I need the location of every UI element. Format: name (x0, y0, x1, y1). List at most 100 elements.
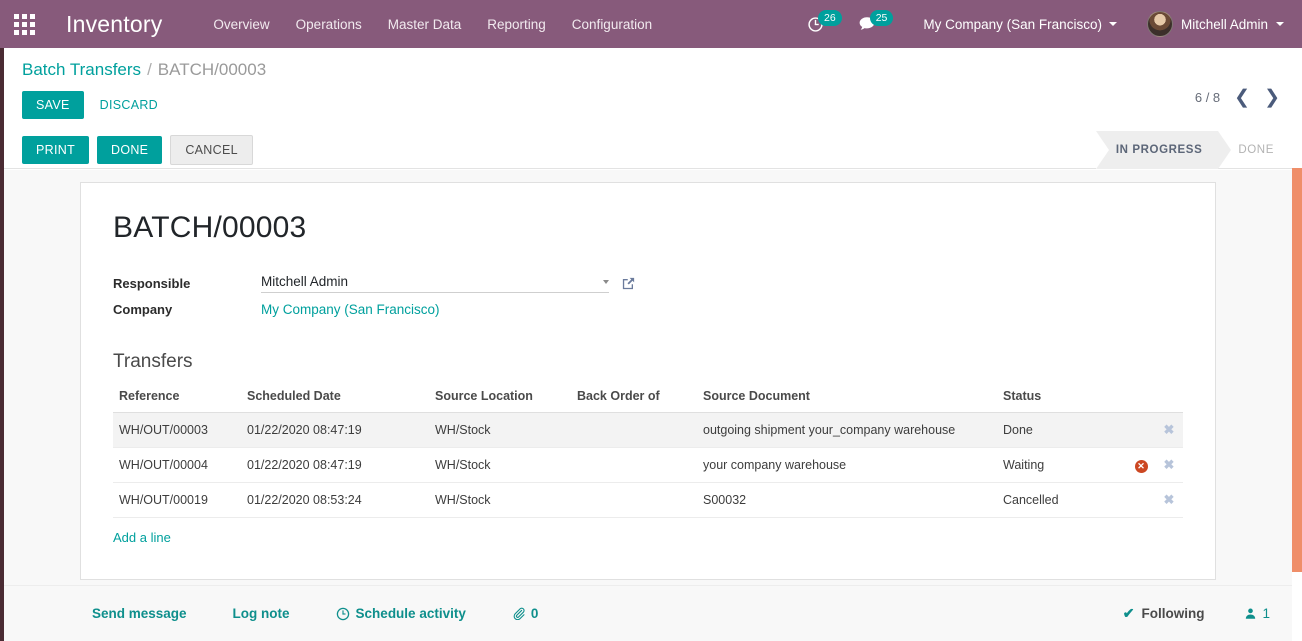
add-a-line-button[interactable]: Add a line (113, 530, 171, 545)
form-fields: Responsible Company My Company (San Fran… (113, 273, 1183, 317)
cell-source-location[interactable]: WH/Stock (429, 412, 571, 448)
status-bar: IN PROGRESS DONE (1095, 131, 1290, 169)
clock-icon (336, 607, 349, 620)
close-icon[interactable]: ✖ (1164, 457, 1175, 472)
caret-down-icon (1108, 22, 1117, 26)
error-circle-icon[interactable]: ✕ (1134, 459, 1148, 473)
user-icon (1246, 608, 1256, 619)
activity-menu-button[interactable]: 26 (799, 9, 850, 33)
user-menu[interactable]: Mitchell Admin (1137, 7, 1290, 41)
record-control-buttons: SAVE DISCARD 6 / 8 ❮ ❯ (0, 80, 1302, 131)
responsible-input[interactable] (261, 273, 597, 290)
send-message-label: Send message (92, 606, 187, 621)
attachments-button[interactable]: 0 (512, 606, 538, 621)
status-in-progress[interactable]: IN PROGRESS (1095, 131, 1232, 169)
cell-scheduled-date[interactable]: 01/22/2020 08:47:19 (241, 412, 429, 448)
check-icon: ✔ (1122, 605, 1135, 621)
app-brand-title[interactable]: Inventory (66, 11, 162, 38)
pager: 6 / 8 ❮ ❯ (1195, 88, 1280, 107)
vertical-scrollbar[interactable] (1292, 168, 1302, 572)
cell-status[interactable]: Waiting (997, 447, 1127, 483)
followers-button[interactable]: 1 (1244, 606, 1270, 621)
caret-down-icon[interactable] (603, 279, 609, 284)
close-icon[interactable]: ✖ (1164, 422, 1175, 437)
delete-row-button[interactable]: ✖ (1155, 447, 1183, 483)
breadcrumb-root[interactable]: Batch Transfers (22, 60, 141, 80)
cell-reference[interactable]: WH/OUT/00004 (113, 447, 241, 483)
avatar (1146, 11, 1173, 37)
menu-item-operations[interactable]: Operations (283, 11, 375, 38)
menu-item-master-data[interactable]: Master Data (375, 11, 475, 38)
company-switcher-label: My Company (San Francisco) (923, 16, 1102, 32)
activity-count-badge: 26 (818, 9, 842, 27)
cell-source-location[interactable]: WH/Stock (429, 447, 571, 483)
navbar-right-tools: 26 25 My Company (San Francisco) Mitchel… (799, 7, 1302, 41)
chatter-bar: Send message Log note Schedule activity … (4, 585, 1292, 641)
cell-source-document[interactable]: S00032 (697, 482, 997, 518)
company-value[interactable]: My Company (San Francisco) (261, 302, 440, 317)
cell-scheduled-date[interactable]: 01/22/2020 08:47:19 (241, 447, 429, 483)
column-header-source-location: Source Location (429, 389, 571, 413)
messages-count-badge: 25 (869, 9, 894, 27)
cell-reference[interactable]: WH/OUT/00019 (113, 482, 241, 518)
form-sheet: BATCH/00003 Responsible Company My Compa… (80, 182, 1216, 580)
column-header-delete (1155, 389, 1183, 413)
column-header-source-document: Source Document (697, 389, 997, 413)
company-switcher[interactable]: My Company (San Francisco) (913, 11, 1127, 38)
cell-scheduled-date[interactable]: 01/22/2020 08:53:24 (241, 482, 429, 518)
cancel-button[interactable]: CANCEL (170, 134, 253, 165)
column-header-status: Status (997, 389, 1127, 413)
log-note-button[interactable]: Log note (233, 606, 290, 621)
action-status-bar: PRINT DONE CANCEL IN PROGRESS DONE (0, 131, 1302, 169)
menu-item-overview[interactable]: Overview (200, 11, 282, 38)
messaging-menu-button[interactable]: 25 (850, 9, 902, 32)
cell-back-order-of[interactable] (571, 447, 697, 483)
control-panel: Batch Transfers / BATCH/00003 SAVE DISCA… (0, 48, 1302, 131)
cell-source-document[interactable]: outgoing shipment your_company warehouse (697, 412, 997, 448)
print-button[interactable]: PRINT (22, 135, 89, 164)
user-menu-label: Mitchell Admin (1180, 16, 1268, 32)
log-note-label: Log note (232, 606, 290, 621)
close-icon[interactable]: ✖ (1164, 492, 1175, 507)
breadcrumb-separator: / (147, 60, 152, 79)
chevron-left-icon[interactable]: ❮ (1234, 88, 1250, 107)
chevron-right-icon[interactable]: ❯ (1264, 88, 1280, 107)
action-buttons: PRINT DONE CANCEL (22, 134, 253, 165)
cell-alert: ✕ (1127, 447, 1155, 483)
save-button[interactable]: SAVE (22, 91, 84, 119)
following-button[interactable]: ✔ Following (1123, 605, 1205, 622)
menu-item-configuration[interactable]: Configuration (559, 11, 665, 38)
schedule-activity-label: Schedule activity (355, 606, 466, 621)
external-link-icon[interactable] (621, 276, 636, 291)
delete-row-button[interactable]: ✖ (1155, 482, 1183, 518)
table-row[interactable]: WH/OUT/00019 01/22/2020 08:53:24 WH/Stoc… (113, 482, 1183, 518)
menu-item-reporting[interactable]: Reporting (474, 11, 559, 38)
table-row[interactable]: WH/OUT/00004 01/22/2020 08:47:19 WH/Stoc… (113, 447, 1183, 483)
cell-status[interactable]: Cancelled (997, 482, 1127, 518)
following-label: Following (1141, 606, 1205, 621)
cell-reference[interactable]: WH/OUT/00003 (113, 412, 241, 448)
responsible-input-wrapper[interactable] (261, 273, 609, 293)
field-responsible: Responsible (113, 273, 1183, 293)
cell-back-order-of[interactable] (571, 482, 697, 518)
table-header-row: Reference Scheduled Date Source Location… (113, 389, 1183, 413)
done-button[interactable]: DONE (97, 135, 163, 164)
cell-source-document[interactable]: your company warehouse (697, 447, 997, 483)
column-header-back-order-of: Back Order of (571, 389, 697, 413)
schedule-activity-button[interactable]: Schedule activity (336, 606, 466, 621)
cell-back-order-of[interactable] (571, 412, 697, 448)
table-row[interactable]: WH/OUT/00003 01/22/2020 08:47:19 WH/Stoc… (113, 412, 1183, 448)
discard-button[interactable]: DISCARD (84, 91, 172, 119)
field-company: Company My Company (San Francisco) (113, 302, 1183, 317)
column-header-reference: Reference (113, 389, 241, 413)
send-message-button[interactable]: Send message (92, 606, 187, 621)
delete-row-button[interactable]: ✖ (1155, 412, 1183, 448)
column-header-alert (1127, 389, 1155, 413)
cell-status[interactable]: Done (997, 412, 1127, 448)
breadcrumb-current: BATCH/00003 (157, 60, 267, 79)
left-edge-strip (0, 48, 4, 641)
transfers-table: Reference Scheduled Date Source Location… (113, 389, 1183, 518)
cell-source-location[interactable]: WH/Stock (429, 482, 571, 518)
cell-alert (1127, 482, 1155, 518)
apps-grid-icon[interactable] (0, 0, 48, 48)
